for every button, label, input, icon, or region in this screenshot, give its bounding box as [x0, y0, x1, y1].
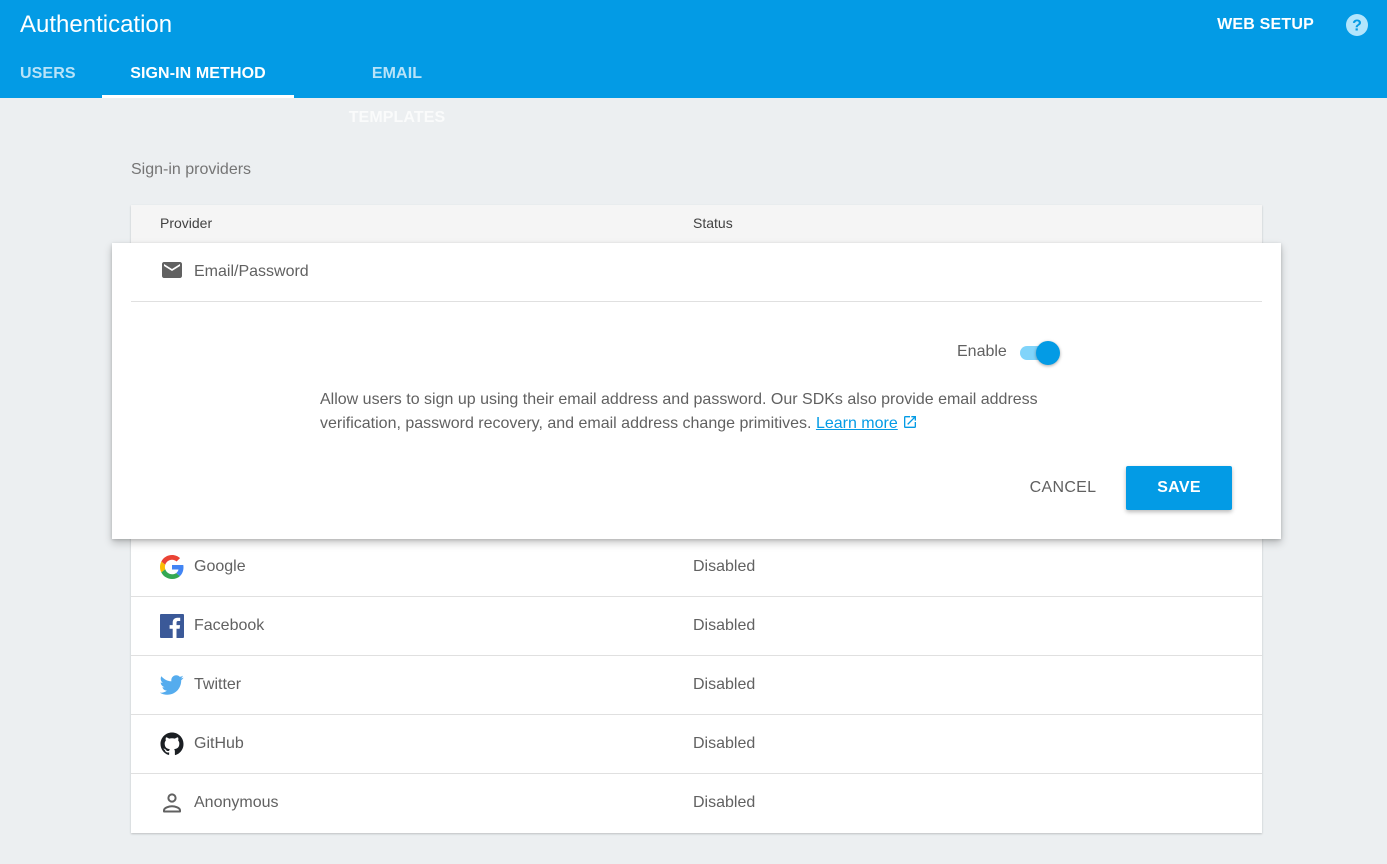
section-title: Sign-in providers	[131, 161, 252, 178]
provider-status: Disabled	[693, 558, 756, 575]
provider-name: Facebook	[194, 617, 265, 634]
enable-toggle[interactable]	[1018, 340, 1062, 366]
provider-name: GitHub	[194, 735, 244, 752]
facebook-icon	[160, 614, 184, 638]
provider-status: Disabled	[693, 617, 756, 634]
provider-description: Allow users to sign up using their email…	[320, 388, 1040, 436]
twitter-icon	[160, 675, 184, 695]
provider-name: Twitter	[194, 676, 242, 693]
provider-row-github[interactable]: GitHub Disabled	[131, 715, 1262, 774]
tab-email-templates[interactable]: EMAIL TEMPLATES	[322, 52, 472, 126]
app-header: Authentication WEB SETUP ? USERS SIGN-IN…	[0, 0, 1387, 126]
provider-name: Email/Password	[194, 263, 309, 280]
person-icon	[163, 793, 181, 813]
provider-name: Google	[194, 558, 246, 575]
tab-bar: USERS SIGN-IN METHOD EMAIL TEMPLATES	[0, 52, 700, 126]
enable-label: Enable	[957, 343, 1007, 360]
tab-sign-in-method[interactable]: SIGN-IN METHOD	[102, 52, 294, 98]
provider-row-anonymous[interactable]: Anonymous Disabled	[131, 774, 1262, 833]
provider-row-facebook[interactable]: Facebook Disabled	[131, 597, 1262, 656]
open-in-new-icon[interactable]	[902, 414, 918, 430]
help-circle-icon[interactable]: ?	[1345, 13, 1369, 37]
email-password-panel: Email/Password Enable Allow users to sig…	[112, 243, 1281, 539]
cancel-button[interactable]: CANCEL	[1016, 466, 1110, 510]
github-icon	[160, 732, 184, 756]
expanded-provider-header[interactable]: Email/Password	[131, 243, 1262, 302]
column-header-status: Status	[693, 215, 733, 231]
provider-row-twitter[interactable]: Twitter Disabled	[131, 656, 1262, 715]
google-icon	[160, 555, 184, 579]
svg-text:?: ?	[1352, 18, 1362, 35]
column-header-provider: Provider	[160, 215, 213, 231]
page-title: Authentication	[20, 11, 173, 38]
provider-status: Disabled	[693, 735, 756, 752]
provider-row-google[interactable]: Google Disabled	[131, 538, 1262, 597]
tab-users[interactable]: USERS	[20, 52, 76, 98]
table-header: Provider Status	[131, 205, 1262, 243]
provider-status: Disabled	[693, 676, 756, 693]
email-icon	[162, 262, 182, 278]
web-setup-button[interactable]: WEB SETUP	[1217, 16, 1314, 34]
provider-name: Anonymous	[194, 794, 279, 811]
toggle-thumb	[1036, 341, 1060, 365]
learn-more-link[interactable]: Learn more	[816, 415, 898, 432]
description-text: Allow users to sign up using their email…	[320, 391, 1038, 432]
provider-status: Disabled	[693, 794, 756, 811]
save-button[interactable]: SAVE	[1126, 466, 1232, 510]
